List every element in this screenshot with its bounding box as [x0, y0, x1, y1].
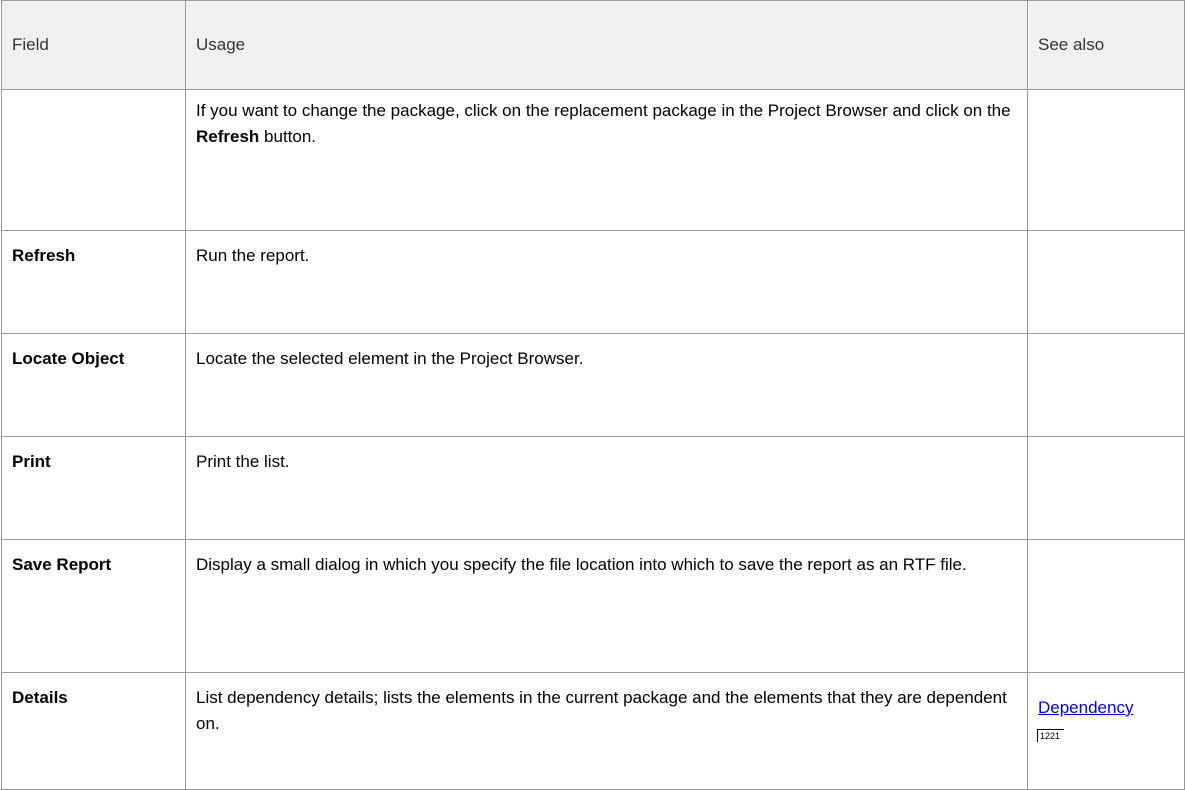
- field-cell: [1, 89, 186, 231]
- see-also-cell: Dependency 1221: [1027, 672, 1185, 790]
- header-field: Field: [1, 0, 186, 90]
- see-also-cell: [1027, 89, 1185, 231]
- usage-cell: Run the report.: [185, 230, 1028, 334]
- header-row: Field Usage See also: [1, 0, 1185, 90]
- page-number: 1221: [1040, 730, 1061, 741]
- usage-cell: Display a small dialog in which you spec…: [185, 539, 1028, 673]
- usage-text-after: button.: [259, 126, 317, 146]
- table-row: If you want to change the package, click…: [1, 89, 1185, 231]
- usage-cell: List dependency details; lists the eleme…: [185, 672, 1028, 790]
- field-cell: Print: [1, 436, 186, 540]
- field-cell: Save Report: [1, 539, 186, 673]
- table-row: Locate Object Locate the selected elemen…: [1, 333, 1185, 437]
- header-usage: Usage: [185, 0, 1028, 90]
- usage-text-before: If you want to change the package, click…: [196, 101, 1011, 120]
- table-row: Save Report Display a small dialog in wh…: [1, 539, 1185, 673]
- dependency-link[interactable]: Dependency: [1038, 695, 1133, 721]
- table-row: Details List dependency details; lists t…: [1, 672, 1185, 790]
- page-reference: 1221: [1037, 728, 1065, 742]
- field-name: Refresh: [12, 246, 76, 265]
- field-cell: Locate Object: [1, 333, 186, 437]
- document-table: Field Usage See also If you want to chan…: [1, 0, 1185, 790]
- field-cell: Refresh: [1, 230, 186, 334]
- field-cell: Details: [1, 672, 186, 790]
- field-name: Details: [12, 688, 68, 707]
- usage-cell: If you want to change the package, click…: [185, 89, 1028, 231]
- see-also-cell: [1027, 539, 1185, 673]
- table-row: Refresh Run the report.: [1, 230, 1185, 334]
- see-also-cell: [1027, 230, 1185, 334]
- usage-cell: Locate the selected element in the Proje…: [185, 333, 1028, 437]
- see-also-cell: [1027, 436, 1185, 540]
- see-also-cell: [1027, 333, 1185, 437]
- field-name: Print: [12, 452, 51, 471]
- field-name: Save Report: [12, 555, 112, 574]
- usage-text-bold: Refresh: [196, 126, 260, 146]
- field-name: Locate Object: [12, 349, 125, 368]
- table-row: Print Print the list.: [1, 436, 1185, 540]
- usage-cell: Print the list.: [185, 436, 1028, 540]
- header-see-also: See also: [1027, 0, 1185, 90]
